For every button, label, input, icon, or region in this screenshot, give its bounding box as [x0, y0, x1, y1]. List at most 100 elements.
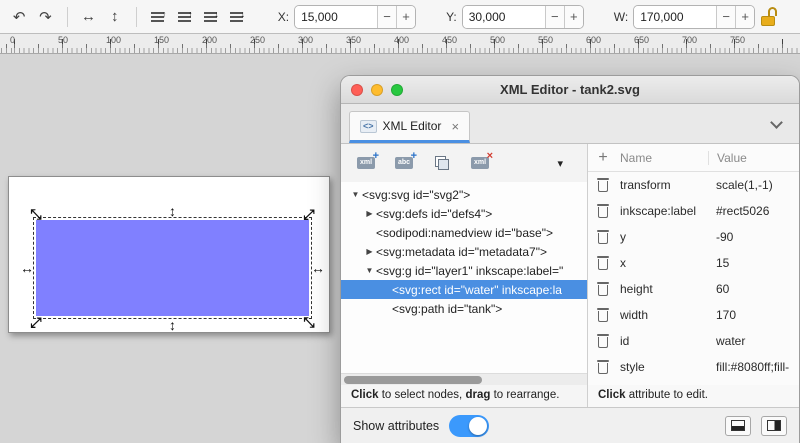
show-attributes-label: Show attributes: [353, 419, 439, 433]
tree-node-svg[interactable]: ▼ <svg:svg id="svg2">: [341, 185, 587, 204]
w-spinbox: − +: [633, 5, 755, 29]
flip-horizontal-button[interactable]: ↔: [77, 5, 99, 29]
layout-horizontal-split-button[interactable]: [725, 416, 751, 436]
attribute-name[interactable]: x: [618, 256, 708, 270]
attribute-value[interactable]: scale(1,-1): [708, 178, 799, 192]
tree-node-tank-path[interactable]: <svg:path id="tank">: [341, 299, 587, 318]
scale-handle-s[interactable]: ↕: [169, 318, 176, 332]
panel-chevron-down-icon[interactable]: [770, 116, 783, 129]
scrollbar-thumb[interactable]: [344, 376, 482, 384]
delete-attribute-button[interactable]: [595, 255, 611, 271]
delete-attribute-button[interactable]: [595, 203, 611, 219]
new-text-node-button[interactable]: abc +: [389, 150, 419, 176]
trash-icon: [597, 308, 609, 322]
lock-icon: [768, 7, 777, 16]
flip-horizontal-icon: ↔: [81, 8, 96, 25]
attribute-row-id[interactable]: id water: [588, 328, 799, 354]
attribute-row-inkscape-label[interactable]: inkscape:label #rect5026: [588, 198, 799, 224]
layout-vertical-split-button[interactable]: [761, 416, 787, 436]
trash-icon: [597, 204, 609, 218]
x-input[interactable]: [295, 6, 377, 28]
delete-attribute-button[interactable]: [595, 333, 611, 349]
delete-attribute-button[interactable]: [595, 177, 611, 193]
scale-handle-n[interactable]: ↕: [169, 204, 176, 218]
tree-horizontal-scrollbar[interactable]: [341, 373, 587, 385]
attribute-row-x[interactable]: x 15: [588, 250, 799, 276]
attribute-value[interactable]: water: [708, 334, 799, 348]
tree-node-metadata[interactable]: ▶ <svg:metadata id="metadata7">: [341, 242, 587, 261]
attribute-name[interactable]: height: [618, 282, 708, 296]
attribute-value[interactable]: 60: [708, 282, 799, 296]
raise-to-top-button[interactable]: ↑: [147, 5, 169, 29]
attribute-row-y[interactable]: y -90: [588, 224, 799, 250]
delete-attribute-button[interactable]: [595, 229, 611, 245]
ruler-mark: 50: [58, 35, 68, 45]
delete-attribute-button[interactable]: [595, 307, 611, 323]
hint-text: attribute to edit.: [626, 389, 708, 401]
attribute-name[interactable]: inkscape:label: [618, 204, 708, 218]
delete-attribute-button[interactable]: [595, 359, 611, 375]
attribute-value[interactable]: 170: [708, 308, 799, 322]
tree-node-defs[interactable]: ▶ <svg:defs id="defs4">: [341, 204, 587, 223]
attribute-value[interactable]: #rect5026: [708, 204, 799, 218]
scale-handle-sw[interactable]: ⤢: [30, 315, 41, 329]
scale-handle-ne[interactable]: ⤢: [303, 207, 314, 221]
tab-close-icon[interactable]: ×: [451, 119, 459, 134]
attribute-value[interactable]: -90: [708, 230, 799, 244]
selected-water-rect[interactable]: ⤡ ↕ ⤢ ↔ ↔ ⤢ ↕ ⤡: [36, 220, 309, 316]
w-increment-button[interactable]: +: [735, 6, 754, 28]
attribute-row-width[interactable]: width 170: [588, 302, 799, 328]
scale-handle-w[interactable]: ↔: [20, 261, 34, 275]
y-field-group: Y: − +: [446, 5, 584, 29]
attribute-value[interactable]: fill:#8080ff;fill-: [708, 360, 799, 374]
attribute-name[interactable]: transform: [618, 178, 708, 192]
rotate-cw-button[interactable]: ↷: [34, 5, 56, 29]
panel-tabbar: <> XML Editor ×: [341, 104, 799, 144]
delete-node-button[interactable]: xml ×: [465, 150, 495, 176]
value-column-header: Value: [708, 151, 799, 165]
y-decrement-button[interactable]: −: [545, 6, 564, 28]
y-increment-button[interactable]: +: [564, 6, 583, 28]
raise-icon: ↑: [178, 12, 191, 22]
flip-vertical-button[interactable]: ↕: [104, 5, 126, 29]
window-titlebar[interactable]: XML Editor - tank2.svg: [341, 76, 799, 104]
attribute-row-transform[interactable]: transform scale(1,-1): [588, 172, 799, 198]
xml-node-tree: ▼ <svg:svg id="svg2"> ▶ <svg:defs id="de…: [341, 182, 587, 373]
expander-icon[interactable]: ▼: [363, 266, 376, 275]
tree-node-layer[interactable]: ▼ <svg:g id="layer1" inkscape:label=": [341, 261, 587, 280]
tree-node-namedview[interactable]: <sodipodi:namedview id="base">: [341, 223, 587, 242]
lower-to-bottom-button[interactable]: ↓: [225, 5, 247, 29]
attribute-name[interactable]: width: [618, 308, 708, 322]
tab-xml-editor[interactable]: <> XML Editor ×: [349, 111, 470, 143]
attribute-name[interactable]: id: [618, 334, 708, 348]
attribute-name[interactable]: style: [618, 360, 708, 374]
scale-handle-se[interactable]: ⤡: [303, 315, 314, 329]
x-increment-button[interactable]: +: [396, 6, 415, 28]
attribute-row-style[interactable]: style fill:#8080ff;fill-: [588, 354, 799, 380]
lower-button[interactable]: ↓: [199, 5, 221, 29]
w-input[interactable]: [634, 6, 716, 28]
expander-icon[interactable]: ▶: [363, 209, 376, 218]
raise-button[interactable]: ↑: [173, 5, 195, 29]
delete-attribute-button[interactable]: [595, 281, 611, 297]
expander-icon[interactable]: ▶: [363, 247, 376, 256]
w-decrement-button[interactable]: −: [716, 6, 735, 28]
tree-node-water-rect-selected[interactable]: <svg:rect id="water" inkscape:la: [341, 280, 587, 299]
toolbar-separator: [67, 7, 68, 27]
rotate-ccw-button[interactable]: ↶: [8, 5, 30, 29]
duplicate-node-button[interactable]: [427, 150, 457, 176]
scale-handle-nw[interactable]: ⤡: [30, 207, 41, 221]
node-toolbar-dropdown-button[interactable]: ▾: [557, 157, 563, 170]
ruler-mark: 700: [682, 35, 697, 45]
show-attributes-toggle[interactable]: [449, 415, 489, 437]
add-attribute-button[interactable]: +: [588, 149, 618, 167]
scale-handle-e[interactable]: ↔: [311, 261, 325, 275]
expander-icon[interactable]: ▼: [349, 190, 362, 199]
y-input[interactable]: [463, 6, 545, 28]
attribute-row-height[interactable]: height 60: [588, 276, 799, 302]
attribute-value[interactable]: 15: [708, 256, 799, 270]
new-element-node-button[interactable]: xml +: [351, 150, 381, 176]
x-decrement-button[interactable]: −: [377, 6, 396, 28]
lock-ratio-button[interactable]: [759, 5, 778, 29]
attribute-name[interactable]: y: [618, 230, 708, 244]
